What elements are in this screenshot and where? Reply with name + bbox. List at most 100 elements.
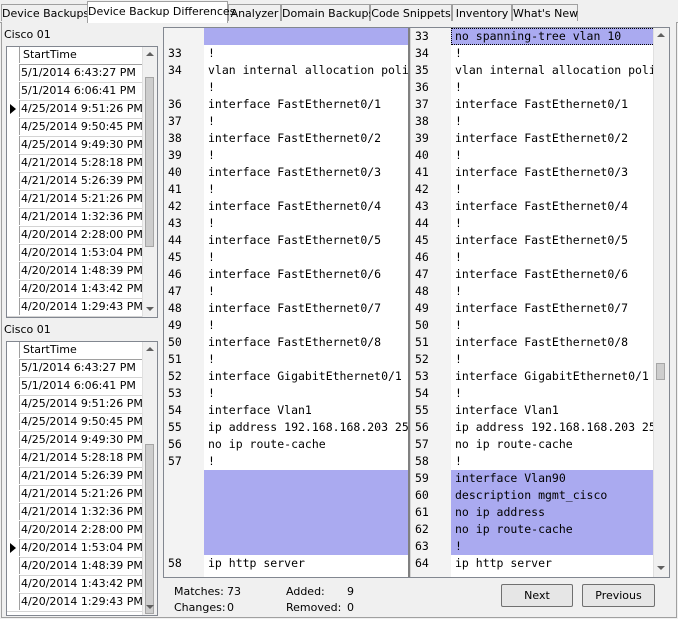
table-row[interactable]: 4/20/2014 1:43:42 PM bbox=[7, 280, 143, 299]
diff-line[interactable]: 37 interface FastEthernet0/1 bbox=[411, 96, 655, 113]
tab-device-backups[interactable]: Device Backups bbox=[1, 4, 89, 21]
diff-line[interactable]: 43! bbox=[164, 215, 408, 232]
row-indicator[interactable] bbox=[7, 172, 20, 189]
diff-line[interactable]: 35 vlan internal allocation policy ascend… bbox=[411, 62, 655, 79]
starttime-cell[interactable]: 4/20/2014 2:28:00 PM bbox=[20, 521, 143, 538]
scroll-down-arrow-icon[interactable] bbox=[657, 566, 665, 570]
row-indicator[interactable] bbox=[7, 449, 20, 466]
diff-line[interactable]: 60 description mgmt_cisco bbox=[415, 487, 655, 504]
left-grid-scrollbar[interactable] bbox=[142, 47, 157, 317]
table-row[interactable]: 4/20/2014 1:48:39 PM bbox=[7, 262, 143, 281]
right-backup-grid[interactable]: StartTime 5/1/2014 6:43:27 PM 5/1/2014 6:… bbox=[6, 341, 158, 616]
diff-line[interactable]: 33 no spanning-tree vlan 10 bbox=[415, 28, 655, 45]
diff-line[interactable]: 48 interface FastEthernet0/7 bbox=[164, 300, 408, 317]
diff-line[interactable]: 42 interface FastEthernet0/4 bbox=[164, 198, 408, 215]
starttime-cell[interactable]: 4/21/2014 1:32:36 PM bbox=[20, 503, 143, 520]
starttime-cell[interactable]: 4/25/2014 9:49:30 PM bbox=[20, 431, 143, 448]
row-indicator[interactable] bbox=[7, 154, 20, 171]
starttime-cell[interactable]: 4/20/2014 1:29:43 PM bbox=[20, 593, 143, 610]
diff-line[interactable]: 44 interface FastEthernet0/5 bbox=[164, 232, 408, 249]
next-button[interactable]: Next bbox=[501, 584, 573, 607]
diff-line[interactable]: 39 interface FastEthernet0/2 bbox=[411, 130, 655, 147]
table-row[interactable]: 4/20/2014 1:29:43 PM bbox=[7, 298, 143, 317]
table-row[interactable]: 5/1/2014 6:06:41 PM bbox=[7, 82, 143, 101]
row-indicator[interactable] bbox=[7, 262, 20, 279]
diff-line[interactable]: 63! bbox=[415, 538, 655, 555]
diff-line[interactable]: 58 ip http server bbox=[164, 555, 408, 572]
table-row[interactable]: 4/21/2014 5:21:26 PM bbox=[7, 485, 143, 504]
row-indicator[interactable] bbox=[7, 190, 20, 207]
row-indicator[interactable] bbox=[7, 359, 20, 376]
diff-line[interactable]: 46! bbox=[411, 249, 655, 266]
row-indicator[interactable] bbox=[7, 521, 20, 538]
column-header-starttime[interactable]: StartTime bbox=[20, 342, 77, 358]
starttime-cell[interactable]: 5/1/2014 6:06:41 PM bbox=[20, 377, 136, 394]
diff-line[interactable]: 52! bbox=[411, 351, 655, 368]
starttime-cell[interactable]: 4/25/2014 9:51:26 PM bbox=[20, 100, 143, 117]
tab-code-snippets[interactable]: Code Snippets bbox=[370, 4, 452, 21]
diff-view[interactable]: 33!34vlan internal allocation policy asc… bbox=[163, 27, 670, 578]
row-indicator[interactable] bbox=[7, 395, 20, 412]
diff-line[interactable] bbox=[204, 521, 408, 538]
diff-line[interactable]: 55 interface Vlan1 bbox=[411, 402, 655, 419]
row-indicator[interactable] bbox=[7, 575, 20, 592]
table-row[interactable]: 4/21/2014 1:32:36 PM bbox=[7, 208, 143, 227]
diff-line[interactable]: 37! bbox=[164, 113, 408, 130]
diff-line[interactable]: 56 ip address 192.168.168.203 255.255.25… bbox=[411, 419, 655, 436]
diff-line[interactable]: 40 interface FastEthernet0/3 bbox=[164, 164, 408, 181]
row-indicator[interactable] bbox=[7, 377, 20, 394]
diff-line[interactable]: 49! bbox=[164, 317, 408, 334]
diff-line[interactable]: 49 interface FastEthernet0/7 bbox=[411, 300, 655, 317]
row-indicator[interactable] bbox=[7, 467, 20, 484]
tab-analyzer[interactable]: Analyzer bbox=[228, 4, 281, 21]
diff-line[interactable]: 59 interface Vlan90 bbox=[415, 470, 655, 487]
starttime-cell[interactable]: 5/1/2014 6:43:27 PM bbox=[20, 359, 136, 376]
table-row[interactable]: 4/25/2014 9:50:45 PM bbox=[7, 118, 143, 137]
diff-line[interactable]: 38! bbox=[411, 113, 655, 130]
diff-line[interactable]: 57! bbox=[164, 453, 408, 470]
diff-line[interactable]: 42! bbox=[411, 181, 655, 198]
starttime-cell[interactable]: 4/20/2014 2:28:00 PM bbox=[20, 226, 143, 243]
diff-line[interactable]: 50 interface FastEthernet0/8 bbox=[164, 334, 408, 351]
right-grid-scrollbar[interactable] bbox=[142, 342, 157, 615]
table-row[interactable]: 4/21/2014 1:32:36 PM bbox=[7, 503, 143, 522]
row-indicator[interactable] bbox=[7, 485, 20, 502]
table-row[interactable]: 4/21/2014 5:26:39 PM bbox=[7, 467, 143, 486]
diff-line[interactable]: 61 no ip address bbox=[415, 504, 655, 521]
starttime-cell[interactable]: 4/20/2014 1:43:42 PM bbox=[20, 280, 143, 297]
row-indicator[interactable] bbox=[7, 280, 20, 297]
table-row[interactable]: 4/21/2014 5:26:39 PM bbox=[7, 172, 143, 191]
table-row[interactable]: 4/21/2014 5:21:26 PM bbox=[7, 190, 143, 209]
diff-line[interactable]: 43 interface FastEthernet0/4 bbox=[411, 198, 655, 215]
scroll-thumb[interactable] bbox=[145, 77, 154, 247]
starttime-cell[interactable]: 4/20/2014 1:29:43 PM bbox=[20, 298, 143, 315]
scroll-up-arrow-icon[interactable] bbox=[146, 52, 154, 56]
diff-line[interactable] bbox=[204, 504, 408, 521]
diff-line[interactable]: 50! bbox=[411, 317, 655, 334]
diff-line[interactable] bbox=[204, 28, 408, 45]
diff-line[interactable]: ! bbox=[164, 79, 408, 96]
row-indicator[interactable] bbox=[7, 557, 20, 574]
scroll-thumb[interactable] bbox=[145, 444, 154, 614]
table-row[interactable]: 4/21/2014 5:28:18 PM bbox=[7, 449, 143, 468]
diff-line[interactable]: 54 interface Vlan1 bbox=[164, 402, 408, 419]
starttime-cell[interactable]: 4/25/2014 9:49:30 PM bbox=[20, 136, 143, 153]
table-row[interactable]: 4/20/2014 2:28:00 PM bbox=[7, 226, 143, 245]
scroll-up-arrow-icon[interactable] bbox=[146, 347, 154, 351]
diff-line[interactable]: 41 interface FastEthernet0/3 bbox=[411, 164, 655, 181]
starttime-cell[interactable]: 4/20/2014 1:53:04 PM bbox=[20, 244, 143, 261]
tab-device-backup-differences[interactable]: Device Backup Differences bbox=[87, 1, 235, 23]
diff-line[interactable]: 36 interface FastEthernet0/1 bbox=[164, 96, 408, 113]
diff-line[interactable] bbox=[204, 538, 408, 555]
diff-line[interactable]: 41! bbox=[164, 181, 408, 198]
starttime-cell[interactable]: 4/20/2014 1:48:39 PM bbox=[20, 262, 143, 279]
diff-line[interactable]: 51! bbox=[164, 351, 408, 368]
row-indicator[interactable] bbox=[7, 208, 20, 225]
table-row[interactable]: 4/20/2014 2:28:00 PM bbox=[7, 521, 143, 540]
row-indicator[interactable] bbox=[7, 244, 20, 261]
table-row[interactable]: 4/21/2014 5:28:18 PM bbox=[7, 154, 143, 173]
row-indicator[interactable] bbox=[7, 431, 20, 448]
table-row[interactable]: 5/1/2014 6:06:41 PM bbox=[7, 377, 143, 396]
starttime-cell[interactable]: 4/21/2014 5:26:39 PM bbox=[20, 467, 143, 484]
tab-domain-backups[interactable]: Domain Backups bbox=[281, 4, 374, 21]
